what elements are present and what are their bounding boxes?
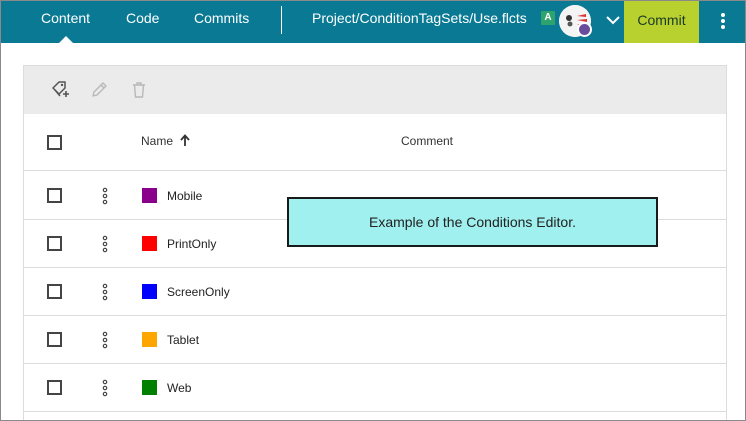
- table-row[interactable]: ScreenOnly: [24, 268, 726, 316]
- toolbar: [24, 66, 726, 114]
- kebab-menu-icon[interactable]: [713, 11, 733, 31]
- top-bar: Content Code Commits Project/ConditionTa…: [1, 1, 745, 43]
- table-row[interactable]: Tablet: [24, 316, 726, 364]
- table-row[interactable]: Web: [24, 364, 726, 412]
- tab-commits[interactable]: Commits: [194, 1, 249, 43]
- column-header-name[interactable]: Name: [141, 134, 173, 148]
- row-menu-icon[interactable]: [98, 234, 112, 254]
- row-checkbox[interactable]: [47, 332, 62, 347]
- row-checkbox[interactable]: [47, 188, 62, 203]
- chevron-down-icon[interactable]: [604, 11, 622, 29]
- nav-divider: [281, 6, 282, 34]
- status-badge: A: [541, 11, 555, 25]
- condition-name: PrintOnly: [167, 237, 217, 251]
- edit-pencil-icon[interactable]: [89, 80, 109, 100]
- tab-code[interactable]: Code: [126, 1, 159, 43]
- row-menu-icon[interactable]: [98, 378, 112, 398]
- condition-name: Tablet: [167, 333, 200, 347]
- app-window: Content Code Commits Project/ConditionTa…: [0, 0, 746, 421]
- callout-annotation: Example of the Conditions Editor.: [287, 197, 658, 247]
- row-checkbox[interactable]: [47, 284, 62, 299]
- row-menu-icon[interactable]: [98, 186, 112, 206]
- row-menu-icon[interactable]: [98, 330, 112, 350]
- delete-trash-icon[interactable]: [129, 80, 149, 100]
- color-swatch: [142, 188, 157, 203]
- row-checkbox[interactable]: [47, 380, 62, 395]
- add-tag-icon[interactable]: [50, 80, 70, 100]
- row-menu-icon[interactable]: [98, 282, 112, 302]
- color-swatch: [142, 332, 157, 347]
- row-checkbox[interactable]: [47, 236, 62, 251]
- file-path-title: Project/ConditionTagSets/Use.flcts: [312, 10, 527, 26]
- sort-arrow-up-icon[interactable]: [179, 134, 191, 147]
- condition-name: Web: [167, 381, 192, 395]
- tab-content[interactable]: Content: [41, 1, 90, 43]
- column-header-comment[interactable]: Comment: [401, 134, 453, 148]
- select-all-checkbox[interactable]: [47, 135, 62, 150]
- color-swatch: [142, 284, 157, 299]
- presence-dot: [577, 22, 592, 37]
- color-swatch: [142, 236, 157, 251]
- condition-name: Mobile: [167, 189, 203, 203]
- table-header: Name Comment: [24, 114, 726, 171]
- color-swatch: [142, 380, 157, 395]
- commit-button[interactable]: Commit: [624, 1, 699, 43]
- condition-name: ScreenOnly: [167, 285, 230, 299]
